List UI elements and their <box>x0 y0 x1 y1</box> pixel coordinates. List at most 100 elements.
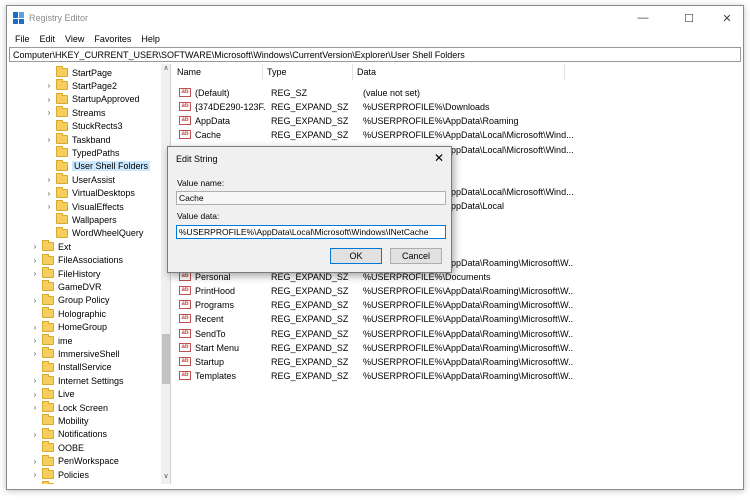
value-row[interactable]: ab Templates REG_EXPAND_SZ %USERPROFILE%\Ap… <box>173 369 741 383</box>
tree-node-label: Live <box>58 389 75 400</box>
expand-chevron-icon[interactable]: › <box>31 269 39 278</box>
tree-node[interactable]: › ime <box>31 334 73 347</box>
tree-node-label: FileHistory <box>58 268 101 279</box>
tree-node[interactable]: › Group Policy <box>31 293 110 307</box>
tree-node[interactable]: › Taskband <box>45 133 111 146</box>
expand-chevron-icon[interactable]: › <box>31 376 39 385</box>
tree-scrollbar[interactable]: ∧ ∨ <box>161 64 170 484</box>
tree-node[interactable]: › VisualEffects <box>45 200 124 213</box>
menu-file[interactable]: File <box>10 34 35 44</box>
value-name: Programs <box>195 300 235 311</box>
cancel-button[interactable]: Cancel <box>390 248 442 264</box>
minimize-button[interactable]: — <box>623 6 663 30</box>
expand-chevron-icon[interactable]: › <box>31 390 39 399</box>
tree-node[interactable]: StartPage <box>45 66 112 79</box>
column-header-data[interactable]: Data <box>353 64 565 80</box>
string-value-icon: ab <box>179 271 191 281</box>
key-tree-pane[interactable]: StartPage › StartPage2 › StartupApproved › Str… <box>9 64 171 484</box>
expand-chevron-icon[interactable]: › <box>45 189 53 198</box>
expand-chevron-icon[interactable]: › <box>31 470 39 479</box>
value-name-field[interactable]: Cache <box>176 191 446 205</box>
ok-button[interactable]: OK <box>330 248 382 264</box>
tree-node[interactable]: › StartPage2 <box>45 79 117 92</box>
tree-node[interactable]: › Streams <box>45 106 106 119</box>
value-row[interactable]: ab {374DE290-123F... REG_EXPAND_SZ %USERPRO… <box>173 100 741 114</box>
scroll-up-icon[interactable]: ∧ <box>161 64 170 74</box>
tree-node[interactable]: User Shell Folders <box>45 159 151 173</box>
expand-chevron-icon[interactable]: › <box>31 430 39 439</box>
tree-node[interactable]: WordWheelQuery <box>45 226 143 240</box>
expand-chevron-icon[interactable]: › <box>31 296 39 305</box>
tree-node[interactable]: › Live <box>31 387 75 401</box>
tree-node[interactable]: › PrecisionTouchPad <box>31 481 135 484</box>
tree-node[interactable]: › Lock Screen <box>31 401 108 414</box>
expand-chevron-icon[interactable]: › <box>45 202 53 211</box>
expand-chevron-icon[interactable]: › <box>31 457 39 466</box>
close-button[interactable]: ✕ <box>707 6 747 30</box>
value-data: %USERPROFILE%\AppData\Roaming\Microsoft\… <box>363 356 573 367</box>
value-row[interactable]: ab Cache REG_EXPAND_SZ %USERPROFILE%\AppDat… <box>173 128 741 142</box>
value-row[interactable]: ab AppData REG_EXPAND_SZ %USERPROFILE%\AppD… <box>173 114 741 128</box>
expand-chevron-icon[interactable]: › <box>31 242 39 251</box>
dialog-close-icon[interactable]: ✕ <box>430 150 448 166</box>
value-data: %USERPROFILE%\AppData\Roaming\Microsoft\… <box>363 314 573 325</box>
expand-chevron-icon[interactable]: › <box>31 256 39 265</box>
menu-favorites[interactable]: Favorites <box>89 34 136 44</box>
tree-node[interactable]: › UserAssist <box>45 173 115 186</box>
column-header-type[interactable]: Type <box>263 64 353 80</box>
tree-node-label: Mobility <box>58 415 89 426</box>
tree-node[interactable]: › PenWorkspace <box>31 454 119 468</box>
tree-node[interactable]: TypedPaths <box>45 146 120 159</box>
menu-edit[interactable]: Edit <box>35 34 61 44</box>
value-row[interactable]: ab SendTo REG_EXPAND_SZ %USERPROFILE%\AppDa… <box>173 327 741 341</box>
value-row[interactable]: ab (Default) REG_SZ (value not set) <box>173 86 741 100</box>
column-header-name[interactable]: Name <box>173 64 263 80</box>
folder-icon <box>56 146 68 158</box>
scroll-thumb[interactable] <box>162 334 170 384</box>
expand-chevron-icon[interactable]: › <box>45 95 53 104</box>
values-pane[interactable]: Name Type Data ab (Default) REG_SZ (value n… <box>173 64 743 484</box>
tree-node[interactable]: › ImmersiveShell <box>31 347 120 360</box>
expand-chevron-icon[interactable]: › <box>45 108 53 117</box>
tree-node[interactable]: › Internet Settings <box>31 374 124 387</box>
tree-node-label: Policies <box>58 469 90 480</box>
address-bar[interactable]: Computer\HKEY_CURRENT_USER\SOFTWARE\Micr… <box>9 47 741 62</box>
value-row[interactable]: ab Programs REG_EXPAND_SZ %USERPROFILE%\App… <box>173 298 741 312</box>
tree-node[interactable]: OOBE <box>31 441 84 454</box>
expand-chevron-icon[interactable]: › <box>31 403 39 412</box>
value-row[interactable]: ab Start Menu REG_EXPAND_SZ %USERPROFILE%\A… <box>173 341 741 355</box>
value-row[interactable]: ab Recent REG_EXPAND_SZ %USERPROFILE%\AppDa… <box>173 312 741 326</box>
tree-node[interactable]: › VirtualDesktops <box>45 186 135 200</box>
tree-node[interactable]: › StartupApproved <box>45 92 140 106</box>
tree-node[interactable]: Wallpapers <box>45 213 117 226</box>
menu-help[interactable]: Help <box>136 34 165 44</box>
expand-chevron-icon[interactable]: › <box>31 483 39 484</box>
folder-icon <box>42 307 54 319</box>
tree-node-label: User Shell Folders <box>72 161 151 172</box>
expand-chevron-icon[interactable]: › <box>31 349 39 358</box>
tree-node[interactable]: › FileAssociations <box>31 253 123 267</box>
folder-icon <box>56 133 68 144</box>
expand-chevron-icon[interactable]: › <box>45 81 53 90</box>
menu-view[interactable]: View <box>60 34 89 44</box>
tree-node[interactable]: › Policies <box>31 468 89 481</box>
expand-chevron-icon[interactable]: › <box>45 135 53 144</box>
expand-chevron-icon[interactable]: › <box>45 175 53 184</box>
tree-node[interactable]: › Notifications <box>31 427 107 441</box>
value-row[interactable]: ab PrintHood REG_EXPAND_SZ %USERPROFILE%\Ap… <box>173 284 741 298</box>
maximize-button[interactable]: ☐ <box>669 6 709 30</box>
tree-node[interactable]: StuckRects3 <box>45 119 123 133</box>
scroll-down-icon[interactable]: ∨ <box>161 472 170 482</box>
tree-node[interactable]: › Ext <box>31 240 71 253</box>
folder-icon <box>42 468 54 479</box>
expand-chevron-icon[interactable]: › <box>31 323 39 332</box>
tree-node[interactable]: Mobility <box>31 414 89 427</box>
value-data-input[interactable]: %USERPROFILE%\AppData\Local\Microsoft\Wi… <box>176 225 446 239</box>
tree-node[interactable]: › FileHistory <box>31 267 101 280</box>
value-row[interactable]: ab Startup REG_EXPAND_SZ %USERPROFILE%\AppD… <box>173 355 741 369</box>
expand-chevron-icon[interactable]: › <box>31 336 39 345</box>
tree-node[interactable]: GameDVR <box>31 280 102 293</box>
tree-node[interactable]: InstallService <box>31 360 112 374</box>
tree-node[interactable]: Holographic <box>31 307 106 320</box>
tree-node[interactable]: › HomeGroup <box>31 320 107 334</box>
